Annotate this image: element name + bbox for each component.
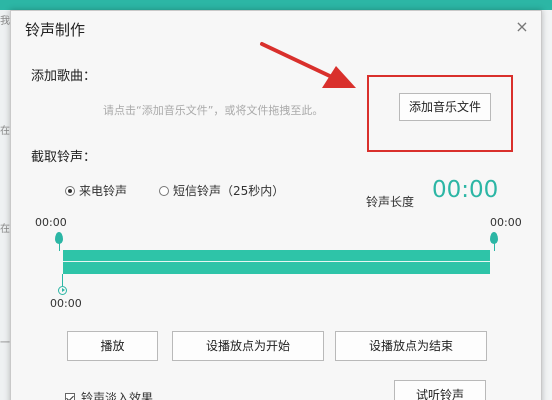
- annotation-arrow-icon: [260, 42, 356, 88]
